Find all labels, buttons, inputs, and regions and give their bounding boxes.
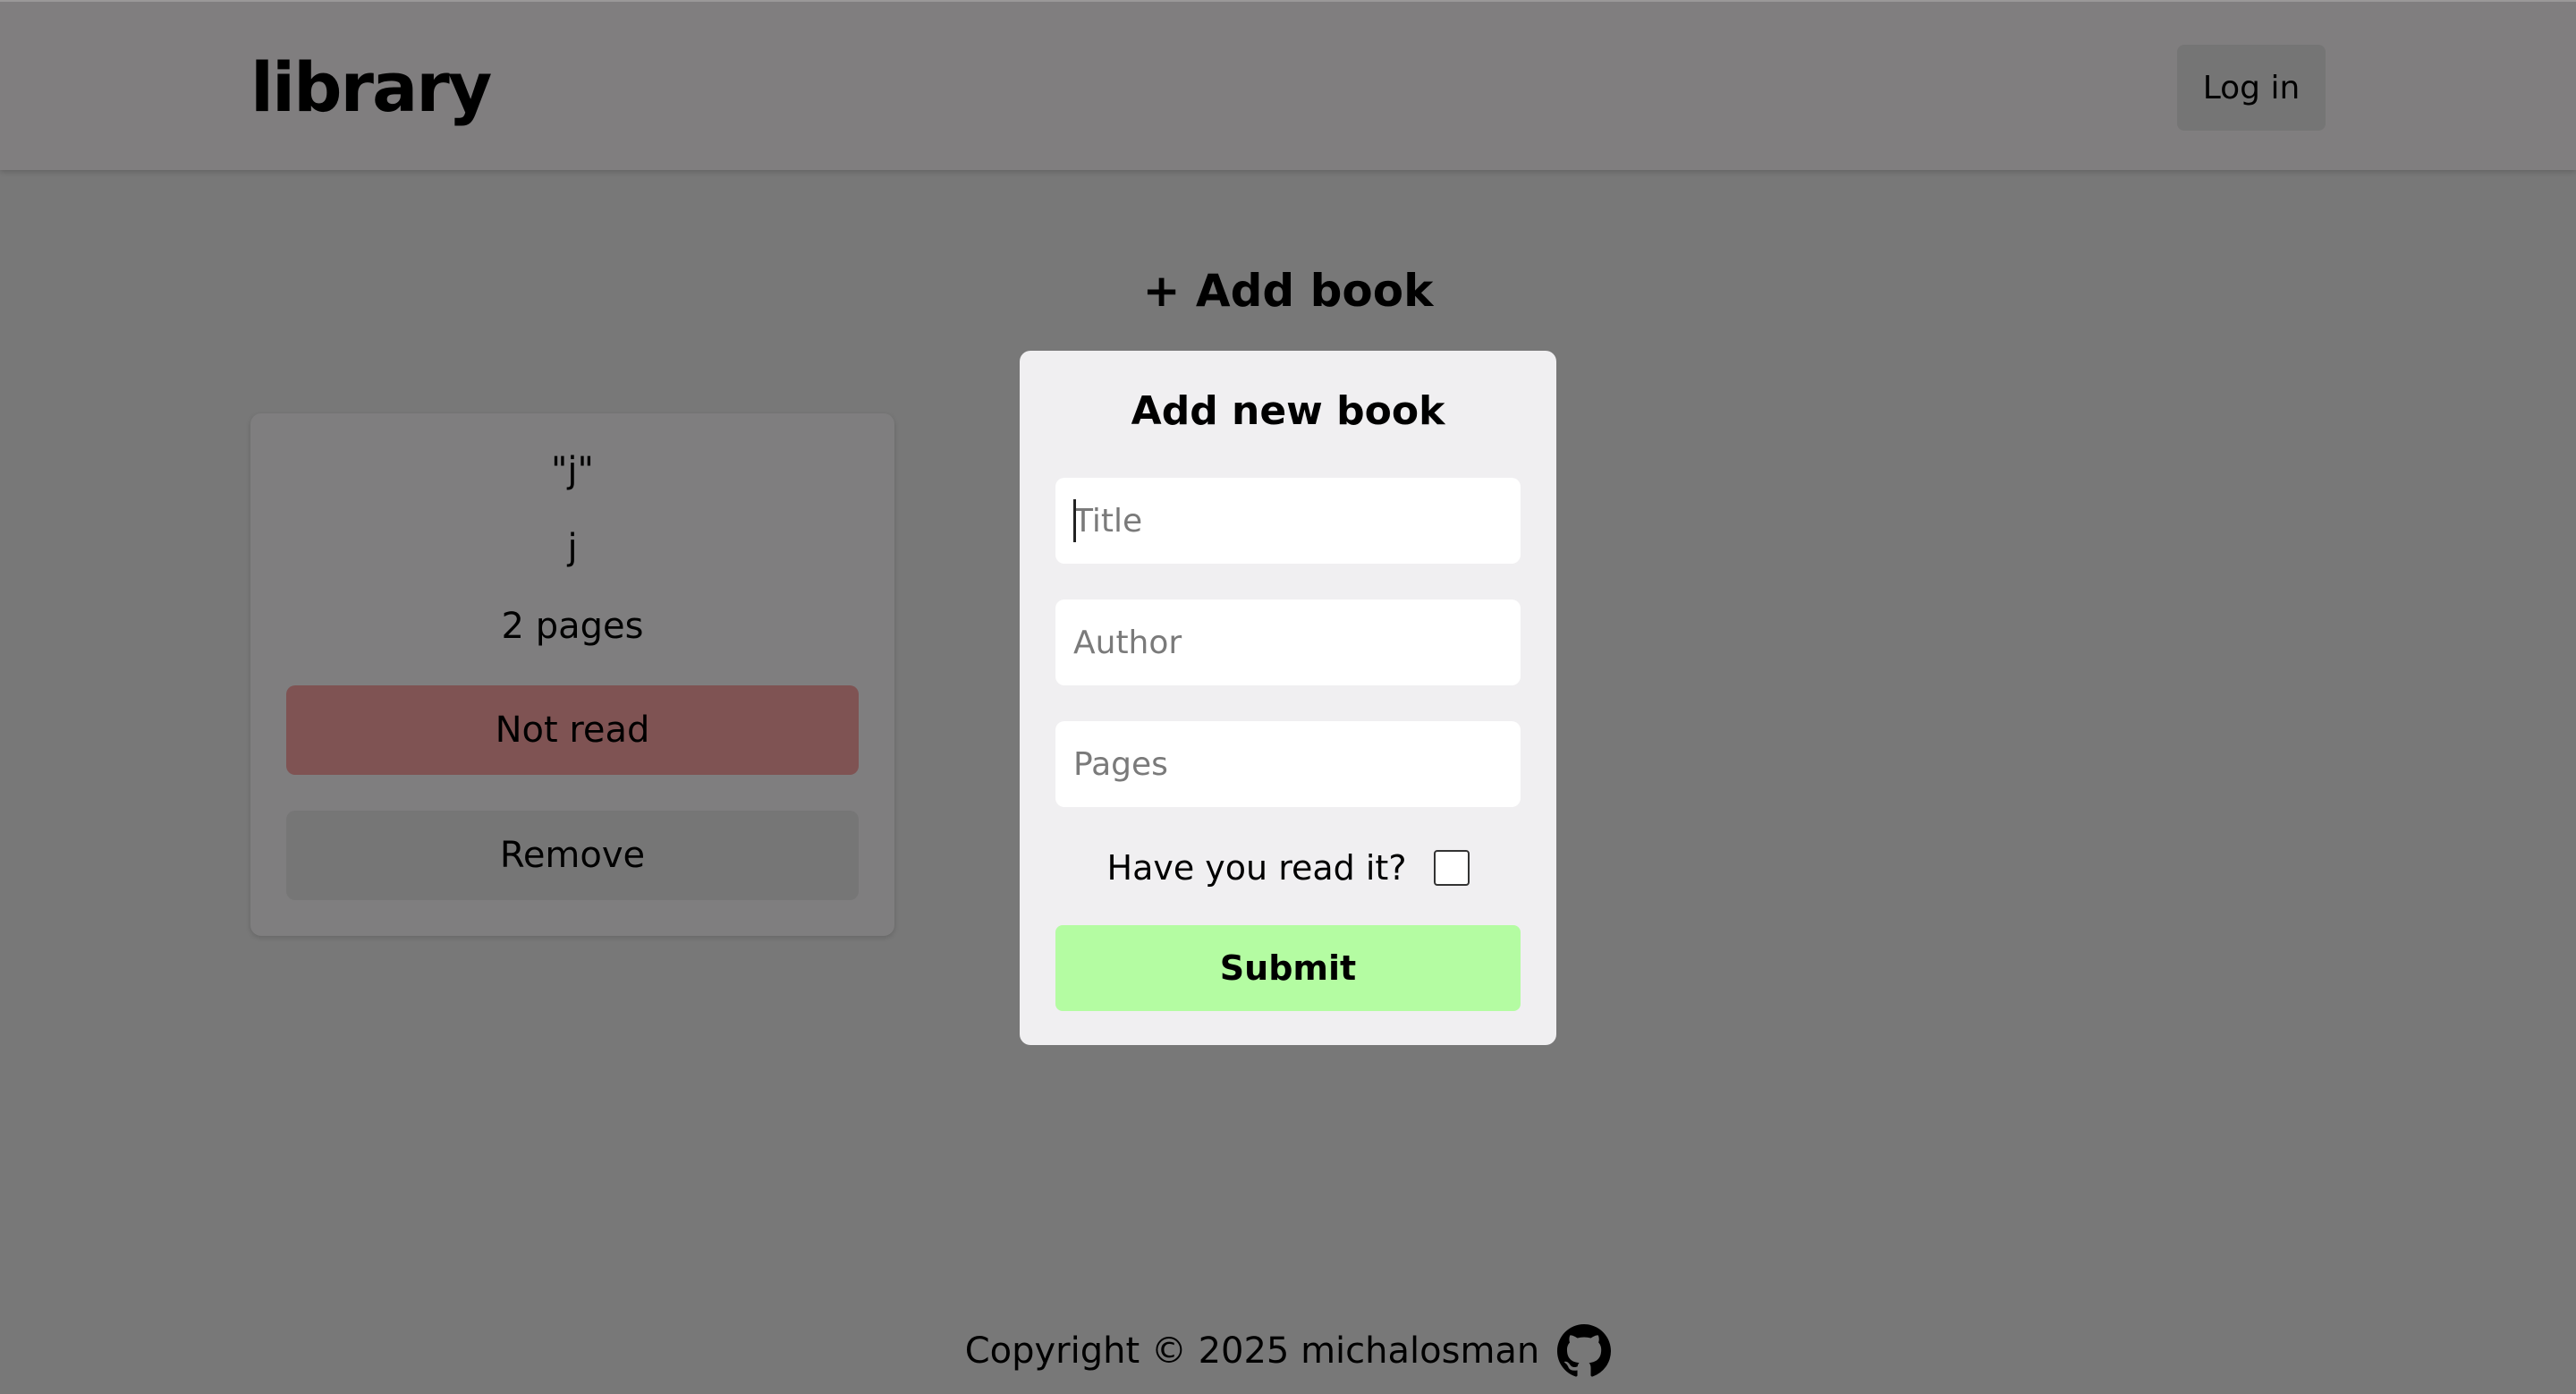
page: library Log in + Add book "j" j 2 pages … [0, 0, 2576, 1394]
site-footer: Copyright © 2025 michalosman [0, 1319, 2576, 1383]
book-author: j [567, 527, 578, 568]
author-input[interactable] [1055, 599, 1521, 685]
read-question-label: Have you read it? [1106, 848, 1407, 888]
add-book-modal: Add new book Have you read it? Submit [1020, 351, 1556, 1045]
modal-title: Add new book [1131, 388, 1445, 434]
book-card: "j" j 2 pages Not read Remove [250, 413, 894, 936]
book-title: "j" [551, 450, 594, 491]
read-status-button[interactable]: Not read [286, 685, 859, 775]
site-header: library Log in [0, 0, 2576, 170]
github-icon[interactable] [1557, 1324, 1612, 1378]
read-checkbox[interactable] [1433, 850, 1470, 886]
add-book-button[interactable]: + Add book [0, 259, 2576, 322]
pages-input[interactable] [1055, 721, 1521, 807]
read-row: Have you read it? [1020, 843, 1556, 893]
remove-button[interactable]: Remove [286, 811, 859, 900]
site-logo: library [250, 47, 492, 127]
submit-button[interactable]: Submit [1055, 925, 1521, 1011]
title-input[interactable] [1055, 478, 1521, 564]
login-button[interactable]: Log in [2177, 45, 2326, 131]
copyright-text: Copyright © 2025 michalosman [964, 1330, 1540, 1372]
book-pages: 2 pages [501, 606, 644, 647]
text-caret [1073, 499, 1076, 542]
